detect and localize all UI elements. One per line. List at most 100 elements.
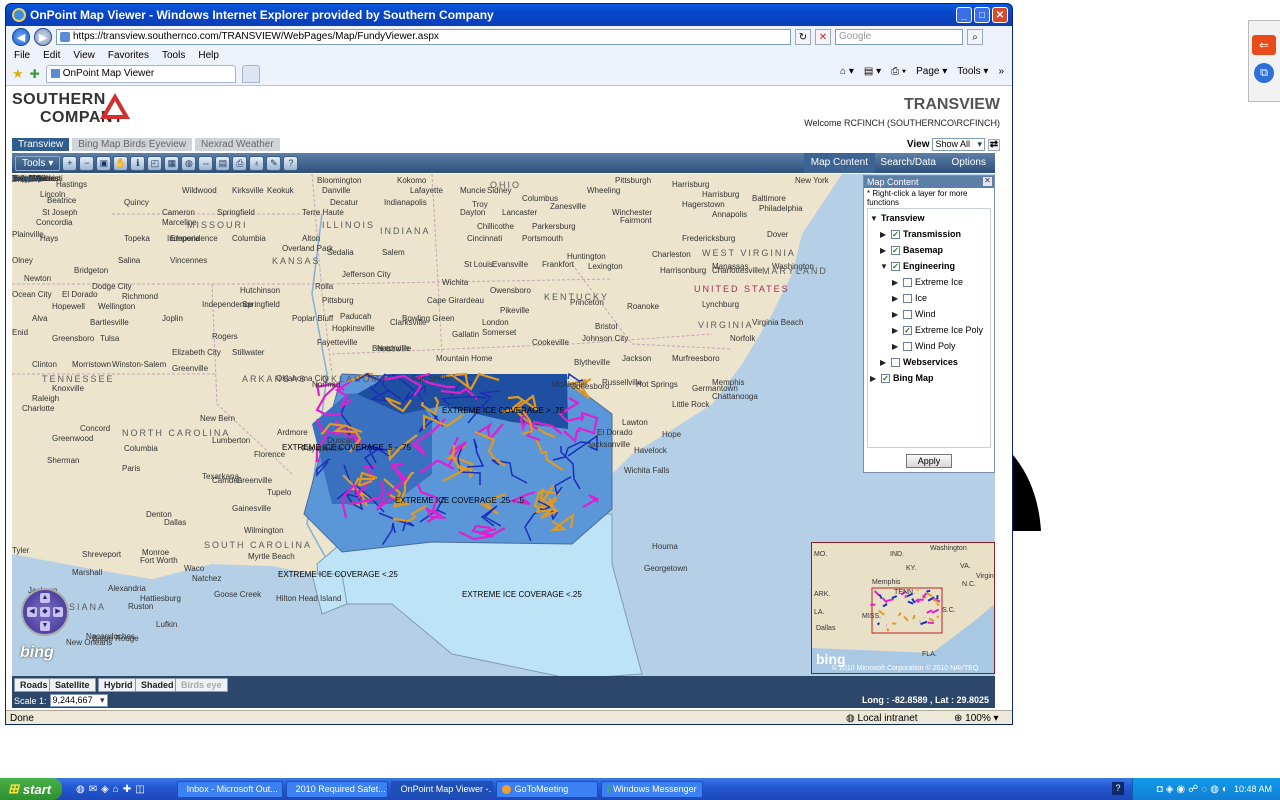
refresh-button[interactable]: ↻ xyxy=(795,29,811,45)
print-map-icon[interactable]: ⎙ xyxy=(232,155,248,171)
layer-engineering[interactable]: ▼ ✓ Engineering xyxy=(870,258,988,274)
new-tab-button[interactable] xyxy=(241,64,260,83)
layer-webservices[interactable]: ▶ Webservices xyxy=(870,354,988,370)
home-icon[interactable]: ⌂ ▾ xyxy=(840,66,854,77)
layer-extreme-ice[interactable]: ▶ Extreme Ice xyxy=(870,274,988,290)
expand-icon[interactable]: ▶ xyxy=(892,326,900,335)
full-extent-icon[interactable]: ▣ xyxy=(96,155,112,171)
back-button[interactable]: ◀ xyxy=(12,28,30,46)
search-input[interactable]: Google xyxy=(835,29,963,45)
identify-icon[interactable]: ℹ xyxy=(130,155,146,171)
mode-hybrid-button[interactable]: Hybrid xyxy=(98,678,139,692)
task-messenger[interactable]: Windows Messenger xyxy=(600,780,703,798)
tab-transview[interactable]: Transview xyxy=(12,138,70,151)
view-select[interactable]: Show All xyxy=(932,138,985,151)
tools-button[interactable]: Tools ▾ xyxy=(15,155,61,171)
layer-checkbox[interactable]: ✓ xyxy=(903,325,912,335)
back-arrow-icon[interactable]: ⇐ xyxy=(1252,35,1276,55)
pan-down-icon[interactable]: ▼ xyxy=(40,621,50,631)
tab-nexrad[interactable]: Nexrad Weather xyxy=(195,138,280,151)
apply-button[interactable]: Apply xyxy=(906,454,952,468)
view-go-icon[interactable]: ⇄ xyxy=(988,138,1000,151)
task-gotomeeting[interactable]: GoToMeeting xyxy=(495,780,598,798)
task-onpoint[interactable]: OnPoint Map Viewer -... xyxy=(390,780,493,798)
tab-map-content[interactable]: Map Content xyxy=(803,153,875,173)
zoom-out-icon[interactable]: − xyxy=(79,155,95,171)
pan-zoom-control[interactable]: ▲ ◀ ◆ ▶ ▼ xyxy=(21,588,69,636)
bulb-icon[interactable]: ♁ xyxy=(249,155,265,171)
menu-help[interactable]: Help xyxy=(198,50,219,61)
mode-birdseye-button[interactable]: Birds eye xyxy=(175,678,228,692)
expand-icon[interactable]: ▶ xyxy=(880,230,888,239)
layer-bing-map[interactable]: ▶ ✓ Bing Map xyxy=(870,370,988,386)
layer-extreme-ice-poly[interactable]: ▶ ✓ Extreme Ice Poly xyxy=(870,322,988,338)
quick-launch-icons[interactable]: ◍✉◈⌂✚◫ xyxy=(76,784,149,795)
tree-root-transview[interactable]: ▼ Transview xyxy=(870,210,988,226)
measure-icon[interactable]: ⇔ xyxy=(198,155,214,171)
markup-icon[interactable]: ✎ xyxy=(266,155,282,171)
menu-edit[interactable]: Edit xyxy=(43,50,60,61)
forward-button[interactable]: ▶ xyxy=(34,28,52,46)
layer-wind-poly[interactable]: ▶ Wind Poly xyxy=(870,338,988,354)
page-menu[interactable]: Page ▾ xyxy=(916,66,947,77)
expand-icon[interactable]: ▶ xyxy=(880,246,888,255)
tools-menu[interactable]: Tools ▾ xyxy=(957,66,988,77)
help-tray-icon[interactable]: ? xyxy=(1112,782,1124,795)
add-favorite-icon[interactable]: ✚ xyxy=(30,67,40,81)
pan-right-icon[interactable]: ▶ xyxy=(53,607,63,617)
layer-checkbox[interactable] xyxy=(903,341,912,351)
task-inbox[interactable]: Inbox - Microsoft Out... xyxy=(176,780,283,798)
mode-roads-button[interactable]: Roads xyxy=(14,678,54,692)
layer-transmission[interactable]: ▶ ✓ Transmission xyxy=(870,226,988,242)
favorites-star-icon[interactable]: ★ xyxy=(12,66,24,82)
mode-satellite-button[interactable]: Satellite xyxy=(49,678,96,692)
feeds-icon[interactable]: ▤ ▾ xyxy=(864,66,881,77)
layer-ice[interactable]: ▶ Ice xyxy=(870,290,988,306)
pan-left-icon[interactable]: ◀ xyxy=(27,607,37,617)
print-icon[interactable]: ⎙ ▾ xyxy=(891,66,906,77)
windows-switch-icon[interactable]: ⧉ xyxy=(1254,63,1274,83)
globe-icon[interactable]: ◍ xyxy=(181,155,197,171)
pan-up-icon[interactable]: ▲ xyxy=(40,593,50,603)
layer-checkbox[interactable]: ✓ xyxy=(881,373,890,383)
minimize-button[interactable]: _ xyxy=(956,7,972,23)
layers-icon[interactable]: ▦ xyxy=(164,155,180,171)
layer-checkbox[interactable] xyxy=(891,357,900,367)
address-field[interactable]: https://transview.southernco.com/TRANSVI… xyxy=(56,29,791,45)
pan-center-icon[interactable]: ◆ xyxy=(40,607,50,617)
tab-onpoint[interactable]: OnPoint Map Viewer xyxy=(45,64,236,83)
layer-checkbox[interactable] xyxy=(903,309,912,319)
expand-icon[interactable]: ▶ xyxy=(892,278,900,287)
search-icon[interactable]: ⌕ xyxy=(967,29,983,45)
export-icon[interactable]: ▤ xyxy=(215,155,231,171)
expand-icon[interactable]: ▶ xyxy=(892,310,900,319)
maximize-button[interactable]: □ xyxy=(974,7,990,23)
menu-file[interactable]: File xyxy=(14,50,30,61)
zoom-indicator[interactable]: ⊕ 100% ▾ xyxy=(954,713,999,724)
select-icon[interactable]: ◰ xyxy=(147,155,163,171)
menu-favorites[interactable]: Favorites xyxy=(108,50,149,61)
close-window-button[interactable]: ✕ xyxy=(992,7,1008,23)
pan-hand-icon[interactable]: ✋ xyxy=(113,155,129,171)
more-icon[interactable]: » xyxy=(998,66,1004,77)
expand-icon[interactable]: ▶ xyxy=(892,294,900,303)
tab-search-data[interactable]: Search/Data xyxy=(873,153,943,173)
layer-checkbox[interactable] xyxy=(903,293,912,303)
tray-icons[interactable]: ◘◈◉☍◌◍◐ xyxy=(1157,784,1231,795)
overview-minimap[interactable]: MO. IND. Washington KY. VA. Memphis TENN. N.C. A… xyxy=(811,542,995,674)
task-safety[interactable]: 2010 Required Safet... xyxy=(285,780,388,798)
start-button[interactable]: ⊞ start xyxy=(0,778,62,800)
zoom-in-icon[interactable]: + xyxy=(62,155,78,171)
menu-tools[interactable]: Tools xyxy=(162,50,185,61)
help-icon[interactable]: ? xyxy=(283,155,299,171)
expand-icon[interactable]: ▶ xyxy=(892,342,900,351)
stop-button[interactable]: ✕ xyxy=(815,29,831,45)
tab-options[interactable]: Options xyxy=(945,153,993,173)
layer-checkbox[interactable]: ✓ xyxy=(891,261,900,271)
expand-icon[interactable]: ▼ xyxy=(870,214,878,223)
close-panel-icon[interactable]: ✕ xyxy=(983,177,992,186)
menu-view[interactable]: View xyxy=(73,50,95,61)
tab-bing-birds-eye[interactable]: Bing Map Birds Eyeview xyxy=(72,138,193,151)
expand-icon[interactable]: ▶ xyxy=(870,374,878,383)
layer-basemap[interactable]: ▶ ✓ Basemap xyxy=(870,242,988,258)
